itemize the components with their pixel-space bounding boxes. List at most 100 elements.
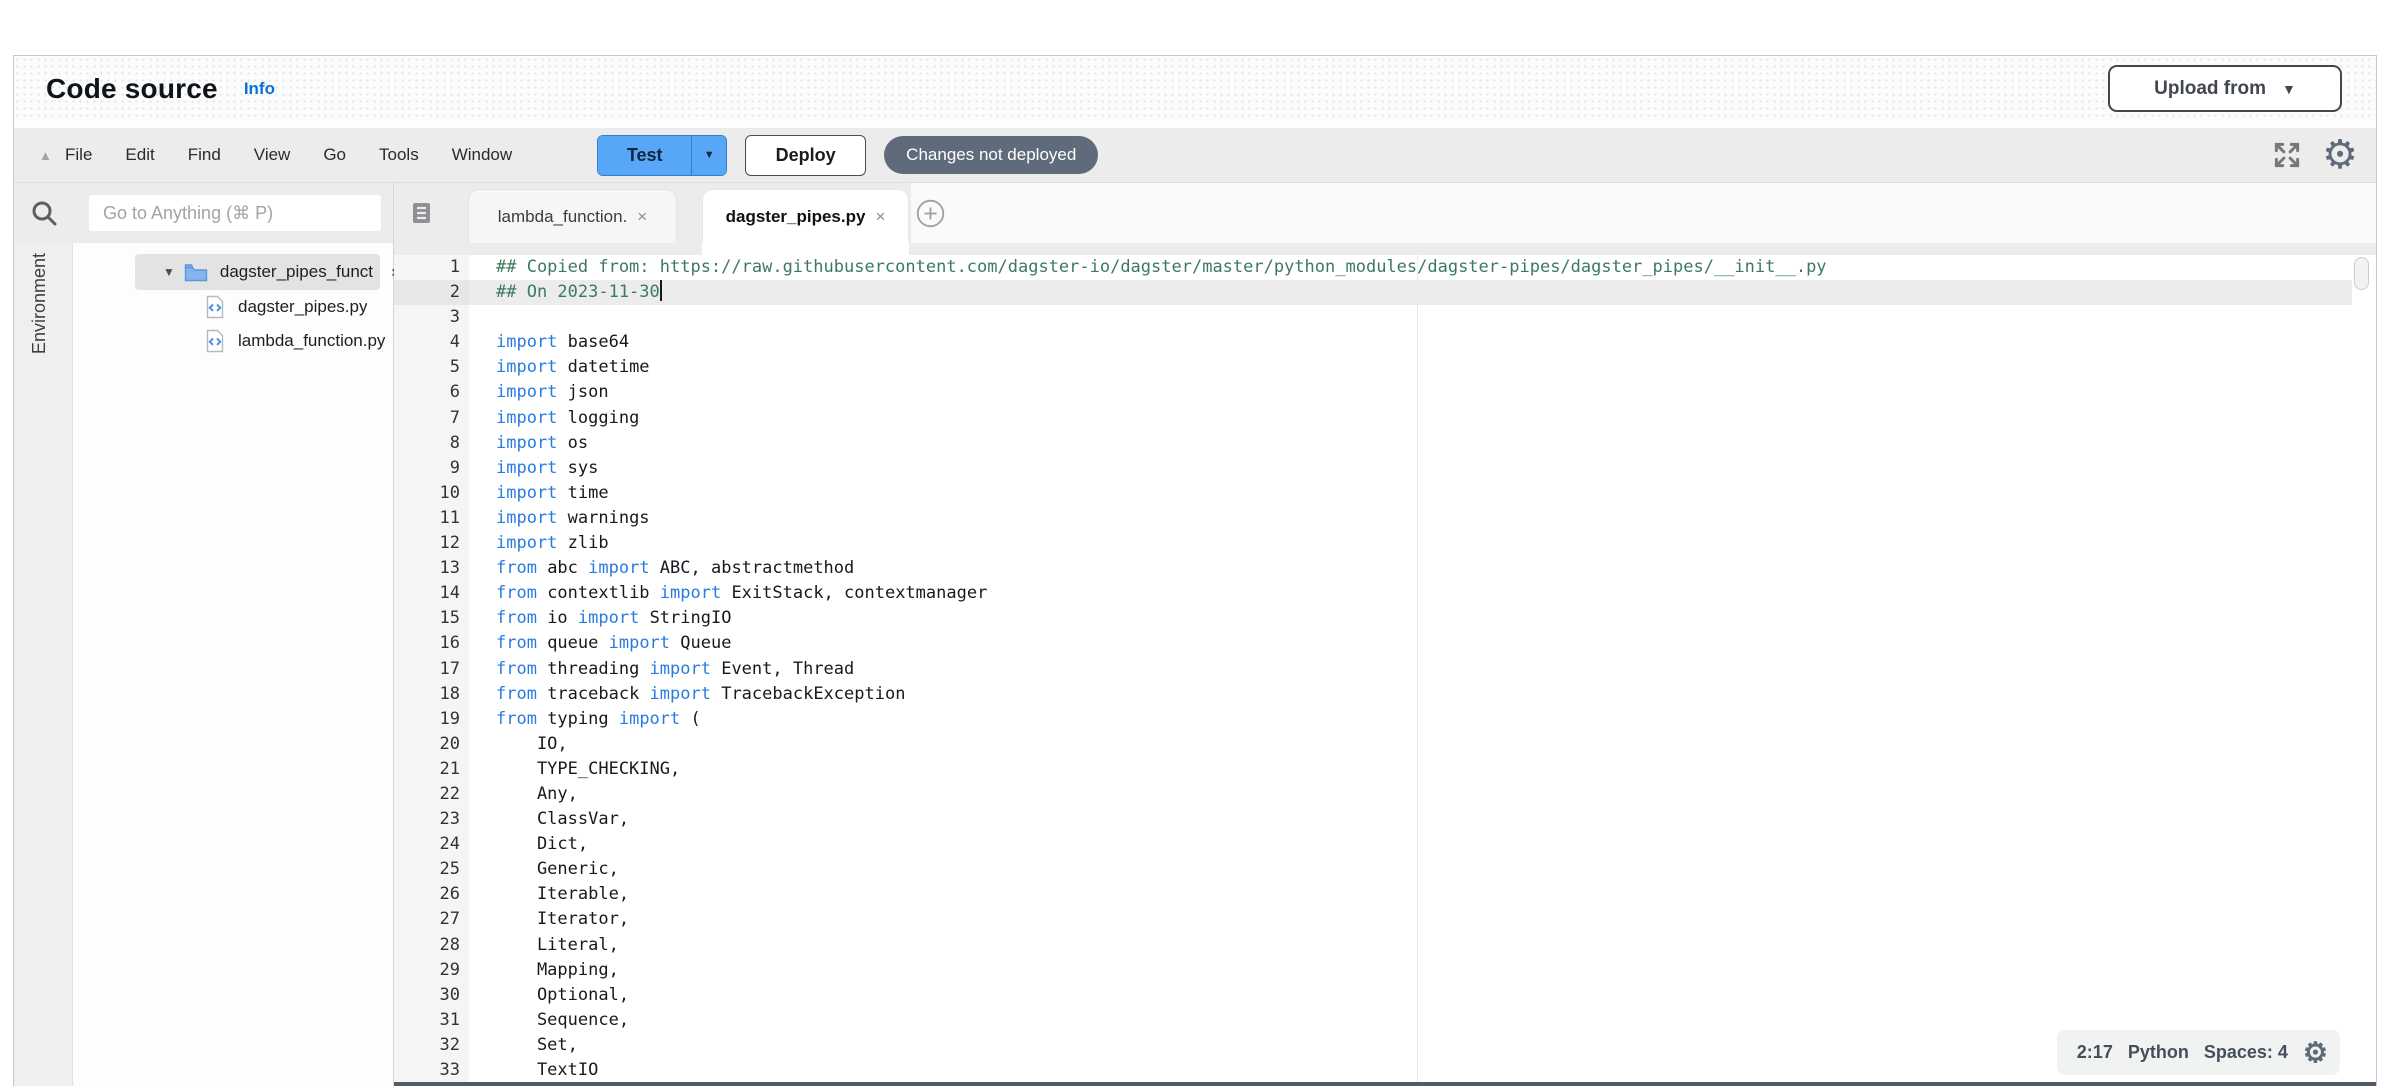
active-tab-notch [702,243,909,255]
new-tab-icon[interactable] [916,199,945,228]
menu-item-edit[interactable]: Edit [125,145,154,165]
language-mode[interactable]: Python [2128,1042,2189,1063]
menubar-right-icons: ⚙ [2272,135,2358,175]
cursor-position[interactable]: 2:17 [2077,1042,2113,1063]
menu-item-window[interactable]: Window [452,145,512,165]
environment-label: Environment [29,253,50,354]
code-line: TextIO [496,1058,1827,1082]
deploy-status-badge: Changes not deployed [884,136,1098,174]
line-number: 9 [394,456,469,481]
line-number: 10 [394,481,469,506]
code-line: from traceback import TracebackException [496,682,1827,707]
close-tab-icon[interactable]: × [875,207,885,227]
code-line: Generic, [496,857,1827,882]
menu-item-find[interactable]: Find [188,145,221,165]
code-line: import base64 [496,330,1827,355]
vertical-scrollbar-thumb[interactable] [2354,257,2369,290]
tab-lambda_function[interactable]: lambda_function.× [468,189,677,243]
line-number: 14 [394,581,469,606]
line-number: 7 [394,406,469,431]
code-line: import logging [496,406,1827,431]
menu-item-view[interactable]: View [254,145,291,165]
upload-from-button[interactable]: Upload from ▼ [2108,65,2342,112]
environment-strip[interactable]: Environment [14,243,73,1086]
tree-file-dagster_pipes.py[interactable]: dagster_pipes.py [205,290,367,324]
code-line: from abc import ABC, abstractmethod [496,556,1827,581]
line-number: 3 [394,305,469,330]
settings-gear-icon[interactable]: ⚙ [2322,135,2358,175]
file-name: lambda_function.py [238,331,385,351]
deploy-button[interactable]: Deploy [745,135,866,176]
line-number: 19 [394,707,469,732]
fullscreen-icon[interactable] [2272,140,2302,170]
line-number: 26 [394,882,469,907]
line-number: 15 [394,606,469,631]
open-files-list-icon[interactable] [409,200,435,226]
line-number: 11 [394,506,469,531]
code-line: from typing import ( [496,707,1827,732]
editor-column: lambda_function.×dagster_pipes.py× 12345… [393,183,2376,1086]
code-line: TYPE_CHECKING, [496,757,1827,782]
code-line [496,305,1827,330]
editor-settings-gear-icon[interactable]: ⚙ [2303,1039,2328,1067]
line-number: 20 [394,732,469,757]
code-line: Iterable, [496,882,1827,907]
line-number: 21 [394,757,469,782]
code-line: Sequence, [496,1008,1827,1033]
collapse-panel-icon[interactable]: ▲ [39,148,65,163]
ide-menubar: ▲ File Edit Find View Go Tools Window Test ▼ D… [14,128,2376,183]
code-source-header: Code source Info Upload from ▼ [14,56,2376,121]
line-number: 33 [394,1058,469,1082]
lambda-code-editor-page: Code source Info Upload from ▼ ▲ File Edi… [0,0,2390,1090]
file-name: dagster_pipes.py [238,297,367,317]
tree-file-lambda_function.py[interactable]: lambda_function.py [205,324,385,358]
line-number: 2 [394,280,469,305]
upload-from-label: Upload from [2154,78,2266,100]
close-tab-icon[interactable]: × [637,207,647,227]
line-number: 29 [394,958,469,983]
code-editor[interactable]: 1234567891011121314151617181920212223242… [394,255,2376,1082]
line-number: 18 [394,682,469,707]
line-number-gutter[interactable]: 1234567891011121314151617181920212223242… [394,255,469,1082]
menu-items: File Edit Find View Go Tools Window [65,145,545,165]
code-line: ClassVar, [496,807,1827,832]
menu-item-file[interactable]: File [65,145,92,165]
code-line: from queue import Queue [496,631,1827,656]
line-number: 6 [394,380,469,405]
menu-item-tools[interactable]: Tools [379,145,419,165]
line-number: 28 [394,933,469,958]
indentation-setting[interactable]: Spaces: 4 [2204,1042,2288,1063]
code-line: from contextlib import ExitStack, contex… [496,581,1827,606]
code-line: ## Copied from: https://raw.githubuserco… [496,255,1827,280]
goto-anything-input[interactable] [89,195,381,231]
code-line: import datetime [496,355,1827,380]
line-number: 5 [394,355,469,380]
tab-label: dagster_pipes.py [726,207,866,227]
test-button[interactable]: Test [598,136,691,175]
line-number: 16 [394,631,469,656]
code-line: IO, [496,732,1827,757]
test-split-button[interactable]: Test ▼ [597,135,727,176]
folder-disclosure-icon[interactable]: ▼ [163,265,175,279]
line-number: 22 [394,782,469,807]
header-divider [14,121,2376,128]
text-cursor [660,280,662,301]
test-dropdown-arrow[interactable]: ▼ [691,136,726,175]
bottom-divider-bar [394,1082,2376,1086]
line-number: 31 [394,1008,469,1033]
line-number: 30 [394,983,469,1008]
file-sidebar: Environment ▼ dagster_pipes_funct [14,183,393,1086]
code-line: import sys [496,456,1827,481]
python-file-icon [205,295,225,319]
code-lines: ## Copied from: https://raw.githubuserco… [496,255,1827,1082]
line-number: 27 [394,907,469,932]
tree-folder-row[interactable]: ▼ dagster_pipes_funct [163,255,373,289]
menu-item-go[interactable]: Go [323,145,346,165]
code-line: ## On 2023-11-30 [496,280,1827,305]
code-line: Dict, [496,832,1827,857]
line-number: 32 [394,1033,469,1058]
info-link[interactable]: Info [244,79,275,99]
tab-dagster_pipes.py[interactable]: dagster_pipes.py × [702,189,909,243]
page-title: Code source [46,73,218,105]
code-source-panel: Code source Info Upload from ▼ ▲ File Edi… [13,55,2377,1086]
